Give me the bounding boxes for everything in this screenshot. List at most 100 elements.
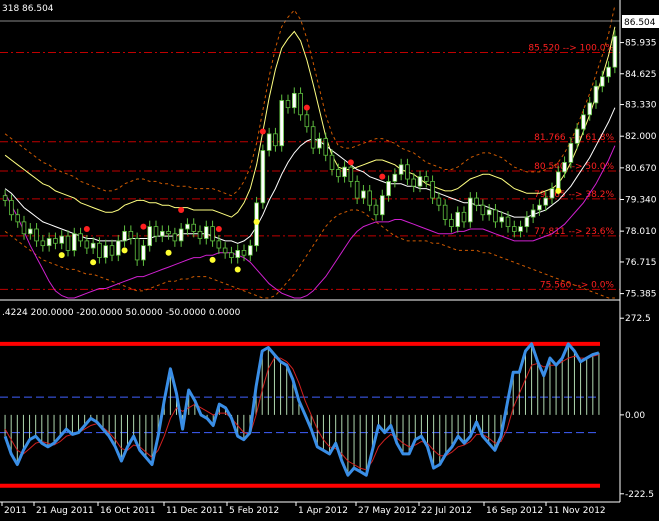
price-header: 318 86.504 [2,4,54,14]
candle-body [273,133,278,147]
candle-body [2,195,8,201]
yellow-signal-marker [555,187,562,194]
candle-body [606,66,611,78]
price-tick-label: 80.670 [625,164,657,174]
time-tick-label: 1 Apr 2012 [298,506,348,516]
red-signal-marker [140,223,147,230]
candle-body [379,195,385,216]
red-signal-marker [215,226,222,232]
time-tick-label: 2011 [4,506,27,516]
candle-body [556,171,561,189]
candle-body [392,173,398,182]
candle-body [134,238,140,261]
candle-body [53,238,58,244]
candle-body [323,138,329,156]
price-tick-label: 83.330 [625,101,657,111]
candle-body [229,252,234,258]
candle-body [279,100,285,147]
candle-body [436,197,442,206]
candle-body [159,230,165,237]
candle-body [423,176,429,182]
candle-body [417,176,423,187]
candle-body [304,114,310,128]
red-signal-marker [379,173,386,180]
price-tick-label: 82.000 [625,132,657,142]
fib-level-label: 75.560 --> 0.0% [540,280,615,290]
cci-signal-line [4,354,600,471]
candle-body [449,219,454,228]
time-tick-label: 22 Jul 2012 [421,506,472,516]
candle-body [141,245,146,261]
candle-body [467,197,473,223]
candle-body [373,204,379,216]
candle-body [405,164,410,180]
candle-body [455,211,461,228]
candle-body [442,204,448,220]
candle-body [153,226,159,237]
candle-body [116,240,121,256]
candle-body [291,92,297,109]
yellow-signal-marker [253,218,260,225]
candle-body [241,250,247,256]
red-signal-marker [178,206,185,213]
time-tick-label: 5 Feb 2012 [229,506,279,516]
candle-body [266,133,272,151]
candle-body [562,161,567,173]
candle-body [398,164,404,175]
candle-body [493,209,498,223]
time-tick-label: 11 Nov 2012 [548,506,606,516]
yellow-signal-marker [209,256,216,263]
candle-body [260,150,266,204]
price-tick-label: 78.010 [625,227,657,237]
red-signal-marker [83,226,90,232]
candle-body [90,242,96,249]
fib-level-label: 85.520 --> 100.0% [528,43,614,53]
time-tick-label: 27 May 2012 [358,506,417,516]
candle-body [367,190,373,206]
fib-level-label: 80.540 --> 50.0% [534,162,614,172]
price-tick-label: 84.625 [625,70,657,80]
candle-body [197,230,203,239]
candle-body [317,138,322,149]
cci-indicator [0,341,600,488]
price-tick-label: 76.715 [625,258,657,268]
time-tick-label: 16 Sep 2012 [486,506,543,516]
candle-body [574,128,580,144]
fib-level-label: 77.811 --> 23.6% [534,227,614,237]
candle-body [386,181,391,197]
candle-body [9,200,14,216]
candle-body [34,228,39,242]
candle-body [348,166,354,182]
candle-body [486,209,492,216]
candle-body [543,197,548,206]
time-tick-label: 16 Oct 2011 [100,506,156,516]
candle-body [109,245,115,256]
candle-body [612,35,618,68]
candle-body [593,85,599,104]
candle-body [530,209,536,218]
candle-body [65,235,71,251]
candle-body [537,204,542,211]
candle-body [329,154,335,170]
red-signal-marker [303,104,310,111]
candle-body [461,211,467,223]
candle-body [524,216,530,228]
candle-body [411,178,417,187]
candle-body [247,245,253,256]
candle-body [40,240,46,247]
candle-body [166,230,171,235]
candle-body [59,235,64,244]
candle-body [600,76,605,87]
candle-body [480,204,486,216]
price-tick-label: 79.340 [625,195,657,205]
candle-body [335,169,341,178]
indicator-panel: .4224 200.0000 -200.0000 50.0000 -50.000… [0,308,600,488]
candle-body [210,226,215,242]
candle-body [518,226,523,232]
candle-body [285,100,291,109]
candle-body [46,238,52,247]
candle-body [505,216,511,228]
candle-body [568,142,574,163]
price-panel-background [0,0,620,300]
indicator-header: .4224 200.0000 -200.0000 50.0000 -50.000… [2,308,241,318]
